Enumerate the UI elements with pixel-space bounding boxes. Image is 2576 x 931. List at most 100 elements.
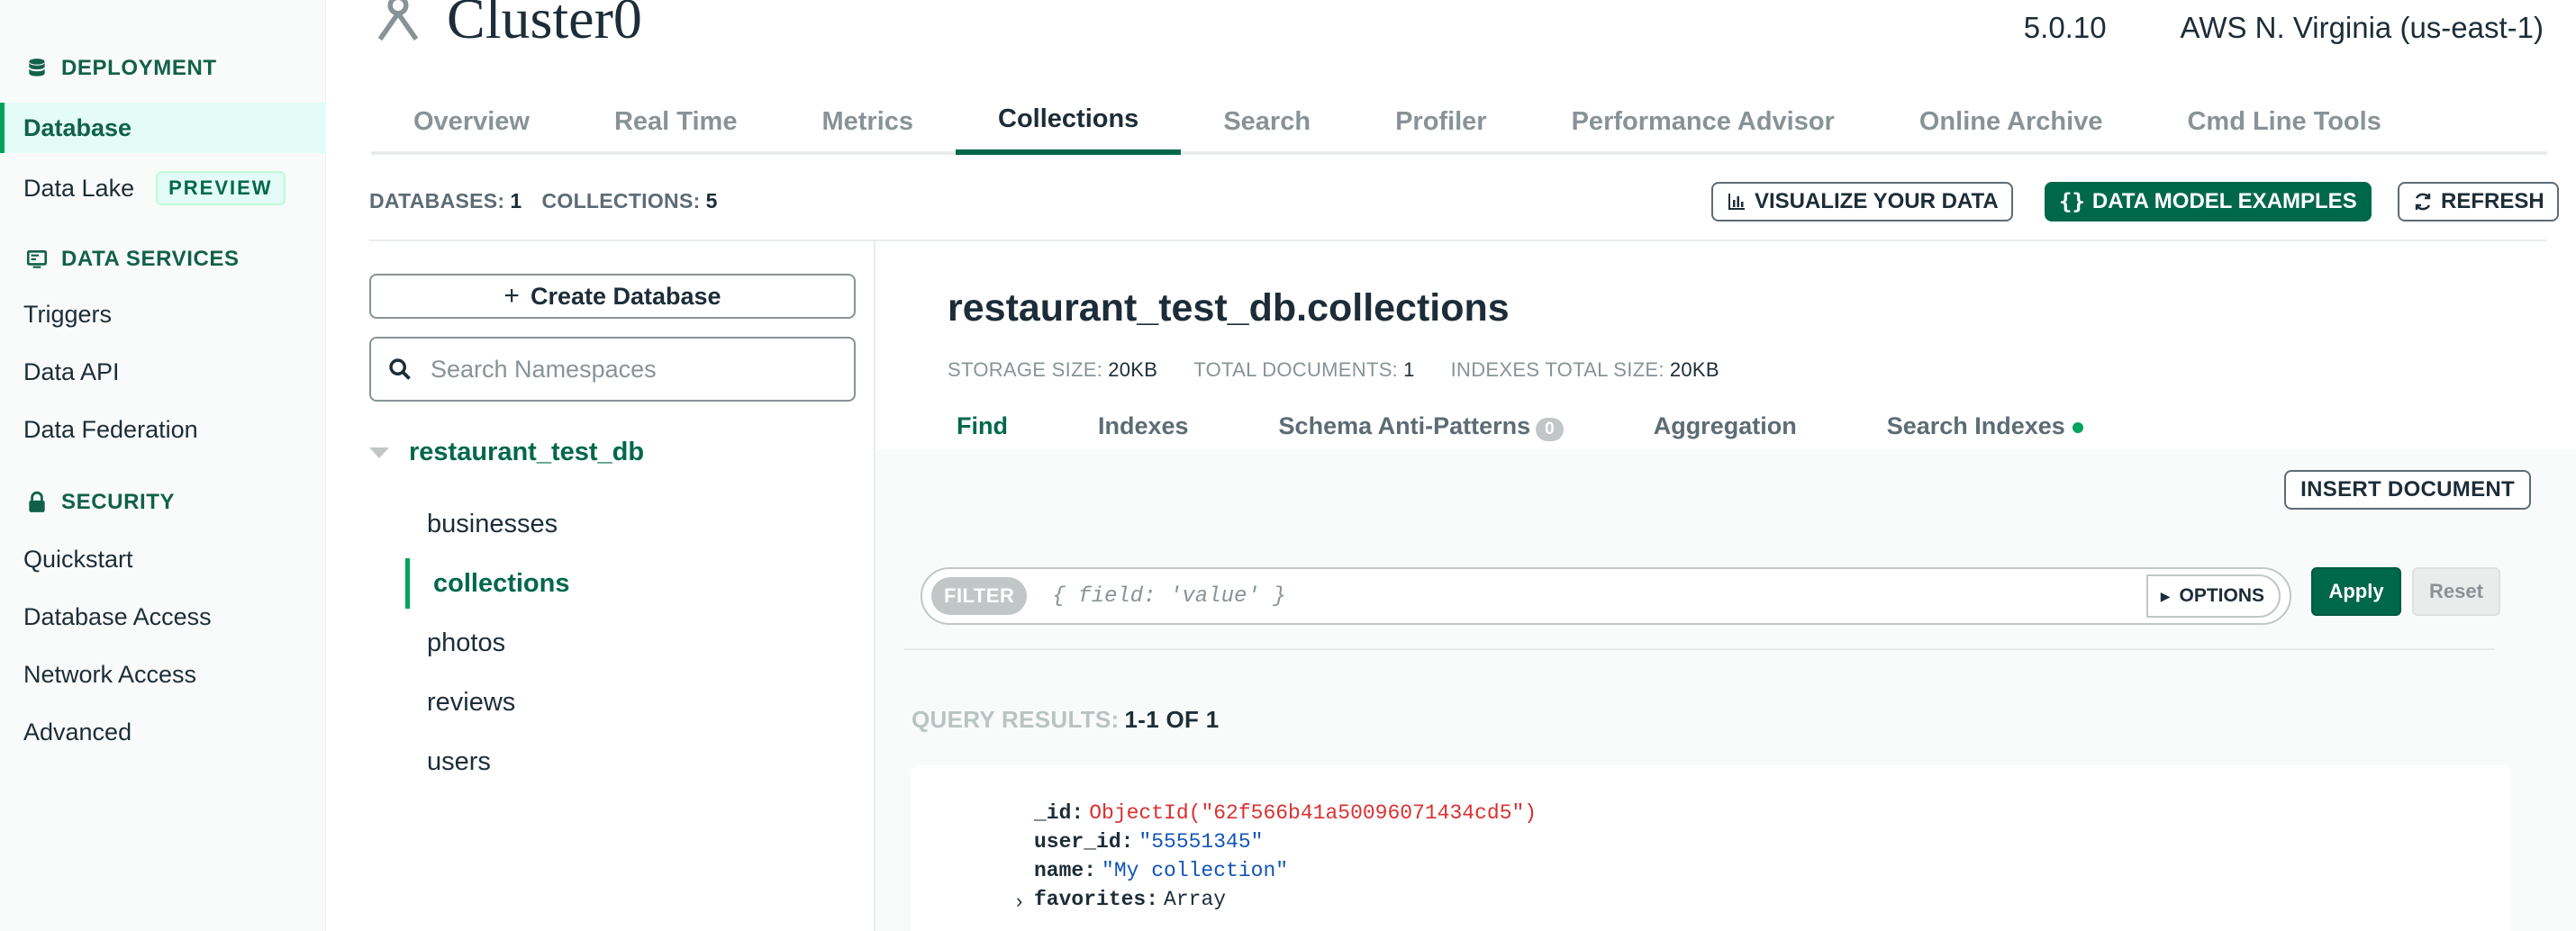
sidebar-item-label: Quickstart (23, 546, 133, 573)
tab-cmd-line-tools[interactable]: Cmd Line Tools (2145, 88, 2423, 155)
schema-count-badge: 0 (1536, 418, 1564, 441)
namespace-title: restaurant_test_db.collections (948, 286, 1510, 330)
indexes-size-value: 20KB (1669, 358, 1719, 381)
options-button[interactable]: ▶ OPTIONS (2145, 574, 2281, 618)
filter-bar: FILTER { field: 'value' } ▶ OPTIONS (921, 567, 2291, 625)
chevron-down-icon[interactable] (369, 447, 389, 458)
sidebar-item-advanced[interactable]: Advanced (23, 719, 132, 746)
reset-button[interactable]: Reset (2412, 567, 2500, 616)
sidebar-section-label: DEPLOYMENT (61, 56, 217, 80)
tab-profiler[interactable]: Profiler (1353, 88, 1529, 155)
cluster-version: 5.0.10 (2023, 11, 2107, 44)
search-icon (389, 358, 411, 380)
data-model-examples-label: DATA MODEL EXAMPLES (2091, 189, 2357, 213)
braces-icon: {} (2059, 189, 2085, 214)
refresh-label: REFRESH (2441, 189, 2544, 213)
data-model-examples-button[interactable]: {} DATA MODEL EXAMPLES (2045, 182, 2372, 221)
database-icon (29, 59, 45, 77)
collections-stat: COLLECTIONS: 5 (541, 189, 718, 212)
storage-size-value: 20KB (1108, 358, 1158, 381)
namespace-stats: DATABASES: 1 COLLECTIONS: 5 (369, 189, 718, 213)
find-workspace: INSERT DOCUMENT FILTER { field: 'value' … (877, 450, 2576, 931)
collection-item-businesses[interactable]: businesses (427, 510, 558, 539)
databases-stat: DATABASES: 1 (369, 189, 522, 212)
sidebar-item-data-federation[interactable]: Data Federation (23, 416, 198, 444)
sidebar-item-label: Network Access (23, 661, 197, 688)
sidebar-section-data-services: DATA SERVICES (25, 247, 240, 272)
total-documents-value: 1 (1403, 358, 1415, 381)
database-tree-item[interactable]: restaurant_test_db (369, 438, 644, 467)
sidebar-item-triggers[interactable]: Triggers (23, 301, 112, 329)
sidebar-section-deployment: DEPLOYMENT (25, 56, 217, 81)
collection-item-photos[interactable]: photos (427, 628, 505, 658)
query-results: QUERY RESULTS: 1-1 OF 1 (912, 706, 1220, 733)
chevron-right-icon: ▶ (2160, 588, 2171, 603)
sidebar-section-security: SECURITY (25, 490, 175, 515)
sidebar-item-label: Triggers (23, 301, 113, 328)
sidebar-section-label: DATA SERVICES (61, 247, 240, 271)
tab-metrics[interactable]: Metrics (779, 88, 956, 155)
database-name: restaurant_test_db (409, 438, 645, 466)
cluster-icon (377, 0, 419, 41)
namespace-search (369, 337, 856, 402)
status-dot-icon (2072, 421, 2083, 433)
cluster-header: Cluster0 (371, 0, 642, 52)
cluster-tabs: Overview Real Time Metrics Collections Searc… (371, 88, 2547, 155)
collections-count: 5 (705, 189, 718, 212)
visualize-data-button[interactable]: VISUALIZE YOUR DATA (1711, 182, 2013, 221)
refresh-icon (2415, 193, 2431, 211)
namespace-search-input[interactable] (431, 355, 827, 384)
tab-overview[interactable]: Overview (371, 88, 572, 155)
sidebar-item-label: Data API (23, 358, 120, 385)
database-panel: + Create Database restaurant_test_db bus… (369, 241, 875, 931)
collection-item-reviews[interactable]: reviews (427, 688, 515, 718)
tab-collections[interactable]: Collections (956, 88, 1182, 155)
cluster-meta: 5.0.10 AWS N. Virginia (us-east-1) (2024, 11, 2544, 45)
collection-stats: STORAGE SIZE: 20KB TOTAL DOCUMENTS: 1 INDE… (948, 358, 1719, 382)
create-database-label: Create Database (530, 282, 721, 310)
collection-sub-tabs: Find Indexes Schema Anti-Patterns 0 Aggre… (957, 412, 2083, 441)
sidebar-item-network-access[interactable]: Network Access (23, 661, 196, 689)
cluster-region: AWS N. Virginia (us-east-1) (2180, 11, 2544, 44)
sidebar-item-quickstart[interactable]: Quickstart (23, 546, 133, 574)
refresh-button[interactable]: REFRESH (2398, 182, 2559, 221)
sidebar-item-label: Advanced (23, 719, 132, 746)
tab-search[interactable]: Search (1181, 88, 1353, 155)
tab-real-time[interactable]: Real Time (572, 88, 779, 155)
tab-indexes[interactable]: Indexes (1098, 412, 1189, 441)
sidebar-section-label: SECURITY (61, 490, 176, 514)
collection-item-collections[interactable]: collections (405, 558, 570, 609)
tab-performance-advisor[interactable]: Performance Advisor (1529, 88, 1877, 155)
indexes-size-stat: INDEXES TOTAL SIZE: 20KB (1450, 358, 1719, 381)
databases-count: 1 (510, 189, 522, 212)
divider (904, 648, 2495, 650)
document-card[interactable]: _id: ObjectId("62f566b41a50096071434cd5"… (912, 765, 2511, 931)
collection-item-users[interactable]: users (427, 747, 491, 777)
tab-find[interactable]: Find (957, 412, 1008, 441)
sidebar-item-label: Data Federation (23, 416, 198, 443)
sidebar-item-data-lake[interactable]: Data Lake PREVIEW (23, 171, 286, 205)
cluster-name: Cluster0 (447, 0, 642, 50)
tab-search-indexes[interactable]: Search Indexes (1887, 412, 2083, 441)
document-field: user_id: "55551345" (1034, 830, 1264, 854)
sidebar-item-database-access[interactable]: Database Access (23, 603, 212, 631)
create-database-button[interactable]: + Create Database (369, 274, 856, 319)
sidebar: DEPLOYMENT Database Data Lake PREVIEW DA… (0, 0, 326, 931)
visualize-data-label: VISUALIZE YOUR DATA (1755, 189, 1999, 213)
sidebar-item-data-api[interactable]: Data API (23, 358, 120, 386)
tab-schema-anti-patterns[interactable]: Schema Anti-Patterns 0 (1279, 412, 1564, 441)
chevron-right-icon[interactable]: › (1016, 890, 1022, 913)
document-field: name: "My collection" (1034, 859, 1289, 882)
tab-online-archive[interactable]: Online Archive (1877, 88, 2145, 155)
filter-pill: FILTER (931, 577, 1028, 615)
sidebar-item-label: Database (23, 113, 132, 141)
filter-input[interactable]: { field: 'value' } (1052, 584, 2145, 609)
sidebar-item-label: Database Access (23, 603, 212, 630)
query-results-count: 1-1 OF 1 (1124, 706, 1220, 733)
document-field: favorites: Array (1034, 888, 1227, 911)
sidebar-item-database[interactable]: Database (0, 103, 326, 153)
plus-icon: + (503, 281, 520, 311)
apply-button[interactable]: Apply (2311, 567, 2401, 616)
tab-aggregation[interactable]: Aggregation (1654, 412, 1797, 441)
insert-document-button[interactable]: INSERT DOCUMENT (2284, 470, 2531, 510)
